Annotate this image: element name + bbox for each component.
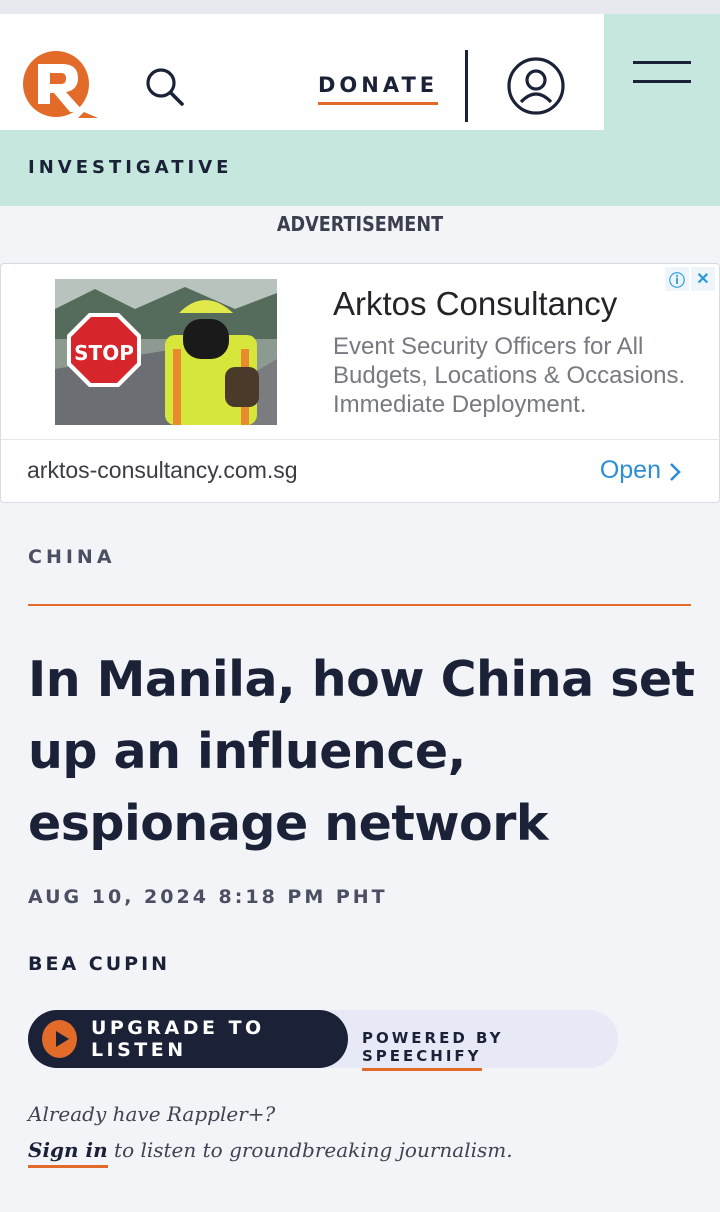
status-strip [0,0,720,14]
audio-player: UPGRADE TO LISTEN POWERED BY SPEECHIFY [28,1010,618,1071]
signin-link[interactable]: Sign in [28,1138,108,1168]
ad-url[interactable]: arktos-consultancy.com.sg [27,457,298,484]
rappler-logo[interactable] [18,48,104,122]
ad-choices[interactable]: ⓘ ✕ [665,267,715,291]
ad-close-icon[interactable]: ✕ [691,267,715,291]
search-icon[interactable] [142,64,186,108]
section-label[interactable]: INVESTIGATIVE [28,157,232,178]
section-bar: INVESTIGATIVE [0,130,720,206]
ad-open-label: Open [599,456,661,484]
signin-rest: to listen to groundbreaking journalism. [107,1138,513,1162]
header-divider [465,50,468,122]
powered-by-prefix: POWERED BY [362,1029,504,1047]
category-rule [28,604,691,606]
rappler-plus-prompt: Already have Rappler+? [28,1102,276,1126]
user-icon[interactable] [506,56,566,116]
speechify-link[interactable]: SPEECHIFY [362,1047,482,1071]
powered-by: POWERED BY SPEECHIFY [362,1029,618,1071]
ad-title[interactable]: Arktos Consultancy [333,285,617,323]
ad-info-icon[interactable]: ⓘ [665,267,689,291]
listen-label: UPGRADE TO LISTEN [90,1017,265,1061]
advertisement-label: ADVERTISEMENT [276,212,444,236]
ad-image[interactable]: STOP [55,279,277,425]
article-author[interactable]: BEA CUPIN [28,953,170,975]
article-date: AUG 10, 2024 8:18 PM PHT [28,886,388,908]
chevron-right-icon [670,463,681,481]
article-category[interactable]: CHINA [28,546,116,568]
ad-separator [1,439,720,440]
signin-text: Sign in to listen to groundbreaking jour… [28,1138,513,1168]
article-headline: In Manila, how China set up an influence… [28,651,695,852]
advertisement-card[interactable]: STOP ⓘ ✕ Arktos Consultancy Event Securi… [0,263,720,503]
ad-description: Event Security Officers for All Budgets,… [333,333,686,418]
ad-image-sign-text: STOP [74,341,134,365]
upgrade-to-listen-button[interactable]: UPGRADE TO LISTEN [28,1010,348,1068]
play-icon [42,1020,77,1058]
donate-button[interactable]: DONATE [318,72,439,105]
hamburger-menu-icon [633,59,691,85]
menu-button[interactable] [604,14,720,130]
